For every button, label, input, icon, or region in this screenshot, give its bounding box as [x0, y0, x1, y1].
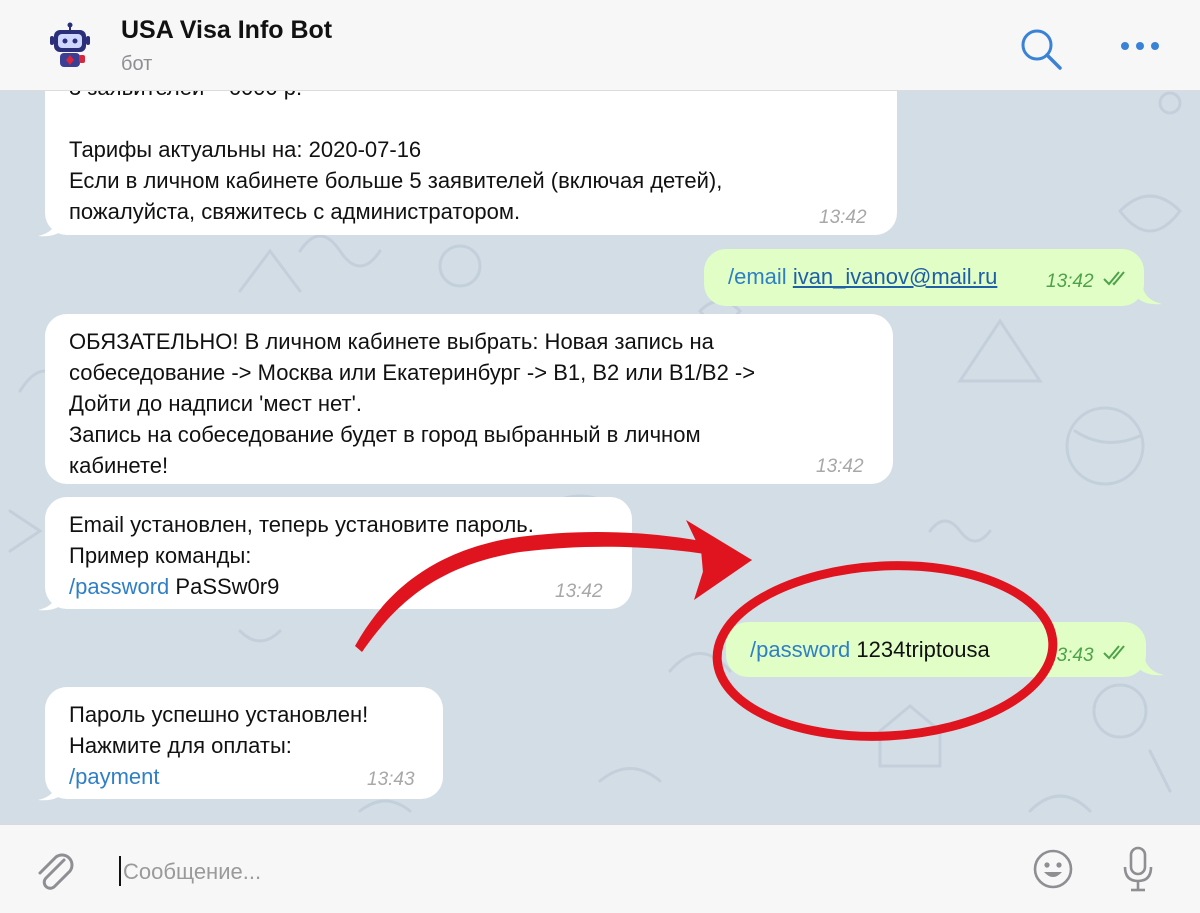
smiley-icon[interactable]	[1032, 848, 1074, 890]
message-incoming-email-set[interactable]: Email установлен, теперь установите паро…	[45, 497, 632, 609]
bubble-tail	[1136, 655, 1164, 676]
microphone-icon[interactable]	[1120, 845, 1156, 893]
message-text: 3 заявителей – 6000 р. Тарифы актуальны …	[69, 75, 723, 224]
chat-header: USA Visa Info Bot бот	[0, 0, 1200, 91]
message-time: 13:42	[1046, 271, 1094, 292]
message-time: 13:43	[1046, 645, 1094, 666]
message-input[interactable]	[123, 852, 1003, 892]
message-time: 13:42	[819, 207, 867, 228]
message-time: 13:42	[555, 581, 603, 602]
command-link[interactable]: /email	[728, 264, 787, 289]
command-link[interactable]: /password	[69, 574, 169, 599]
email-link[interactable]: ivan_ivanov@mail.ru	[793, 264, 998, 289]
bubble-tail	[38, 590, 66, 611]
chat-title[interactable]: USA Visa Info Bot	[121, 16, 332, 45]
bubble-tail	[38, 780, 66, 801]
message-text: ОБЯЗАТЕЛЬНО! В личном кабинете выбрать: …	[69, 329, 756, 478]
message-text: Пароль успешно установлен! Нажмите для о…	[69, 702, 369, 789]
message-incoming-instructions[interactable]: ОБЯЗАТЕЛЬНО! В личном кабинете выбрать: …	[45, 314, 893, 484]
message-time: 13:42	[816, 456, 864, 477]
double-check-icon	[1103, 645, 1125, 660]
message-incoming-payment[interactable]: Пароль успешно установлен! Нажмите для о…	[45, 687, 443, 799]
bubble-tail	[38, 216, 66, 237]
command-link[interactable]: /password	[750, 637, 850, 662]
message-outgoing-password[interactable]: /password 1234triptousa 13:43	[726, 622, 1146, 677]
message-text: Email установлен, теперь установите паро…	[69, 512, 534, 599]
payment-command-link[interactable]: /payment	[69, 764, 160, 789]
double-check-icon	[1103, 271, 1125, 286]
message-text: /email ivan_ivanov@mail.ru	[728, 261, 997, 292]
bot-avatar[interactable]	[48, 22, 92, 70]
paperclip-icon[interactable]	[30, 846, 78, 894]
more-icon[interactable]	[1118, 34, 1162, 58]
message-text: /password 1234triptousa	[750, 637, 990, 662]
message-outgoing-email[interactable]: /email ivan_ivanov@mail.ru 13:42	[704, 249, 1144, 306]
chat-subtitle: бот	[121, 53, 153, 75]
message-time: 13:43	[367, 769, 415, 790]
search-icon[interactable]	[1018, 26, 1064, 72]
bubble-tail	[1134, 284, 1162, 305]
text-cursor	[119, 856, 121, 886]
